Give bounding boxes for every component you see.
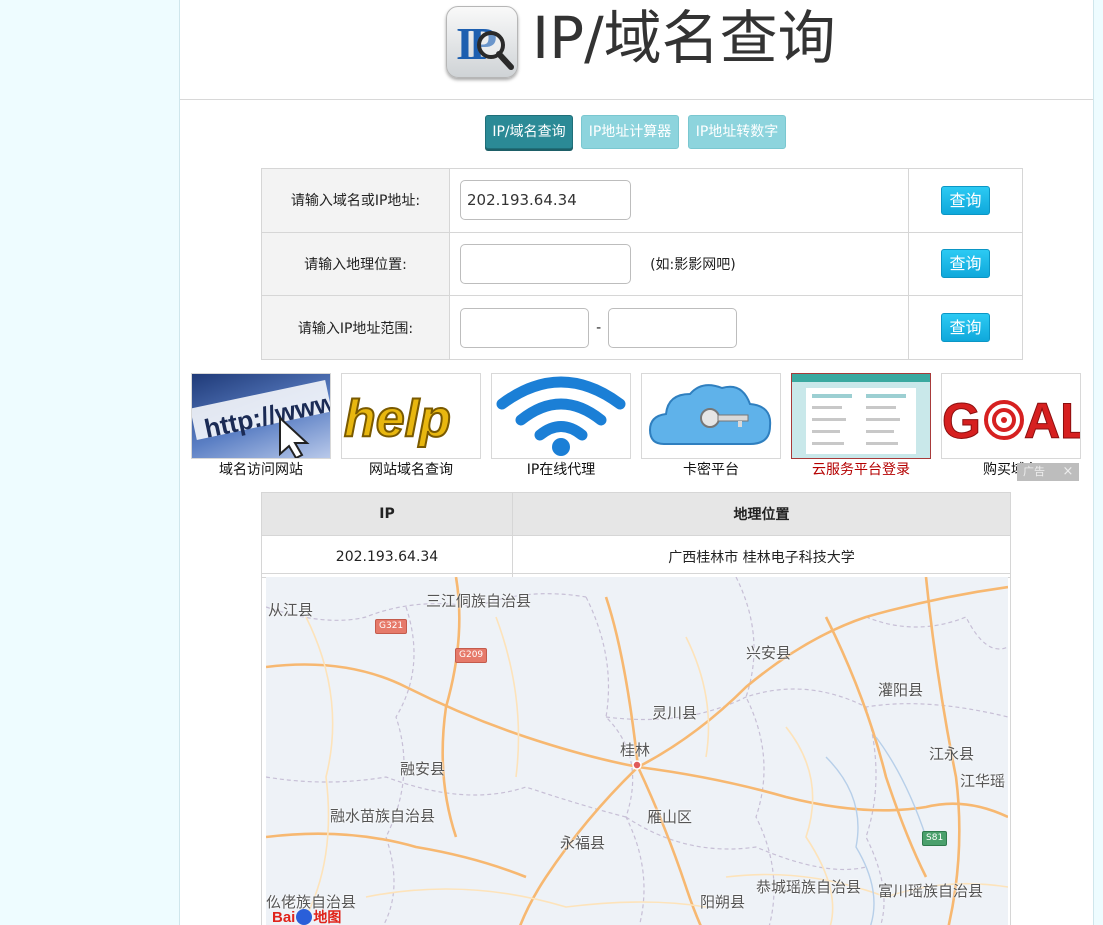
road-shield: S81 bbox=[922, 831, 948, 846]
map-label: 永福县 bbox=[560, 834, 606, 852]
wifi-signal-icon bbox=[491, 373, 631, 459]
tab-ip-to-number[interactable]: IP地址转数字 bbox=[688, 115, 786, 149]
range-query-row: 请输入IP地址范围: - 查询 bbox=[261, 295, 1023, 360]
table-row: 202.193.64.34 广西桂林市 桂林电子科技大学 bbox=[261, 535, 1011, 578]
svg-text:AL: AL bbox=[1024, 393, 1080, 449]
promo-tiles: http://www 域名访问网站 help 网站域名查询 IP在线代理 卡密平… bbox=[191, 373, 1091, 483]
page-header: I P IP/域名查询 bbox=[180, 0, 1093, 100]
tile-caption: 卡密平台 bbox=[683, 462, 739, 478]
location-input[interactable] bbox=[460, 243, 631, 284]
road-shield: G209 bbox=[455, 648, 488, 663]
help-text-icon: help bbox=[341, 373, 481, 459]
svg-text:G: G bbox=[942, 393, 981, 449]
svg-text:help: help bbox=[344, 390, 451, 448]
baidu-map-logo: Bai 地图 bbox=[272, 907, 341, 925]
tile-caption: 网站域名查询 bbox=[369, 462, 453, 478]
map-label: 江华瑶 bbox=[960, 772, 1006, 790]
result-header-row: IP 地理位置 bbox=[261, 492, 1011, 536]
range-separator: - bbox=[596, 319, 602, 336]
location-hint: (如:影影网吧) bbox=[650, 256, 736, 273]
map-label: 融安县 bbox=[400, 760, 446, 778]
map-label: 灵川县 bbox=[652, 704, 698, 722]
map-label: 江永县 bbox=[929, 745, 975, 763]
location-query-row: 请输入地理位置: (如:影影网吧) 查询 bbox=[261, 231, 1023, 297]
ad-badge: 广告 × bbox=[1017, 463, 1080, 481]
domain-label: 请输入域名或IP地址: bbox=[261, 168, 450, 233]
domain-query-row: 请输入域名或IP地址: 查询 bbox=[261, 168, 1023, 233]
map-frame: 从江县 三江侗族自治县 兴安县 灌阳县 灵川县 桂林 江永县 江华瑶 融安县 雁… bbox=[261, 573, 1011, 925]
column-header-location: 地理位置 bbox=[512, 492, 1011, 536]
range-start-input[interactable] bbox=[460, 307, 589, 348]
page-title: IP/域名查询 bbox=[532, 4, 836, 72]
dashboard-screenshot-icon bbox=[791, 373, 931, 459]
ip-magnifier-logo-icon: I P bbox=[446, 6, 518, 78]
tile-cloud-login[interactable]: 云服务平台登录 bbox=[791, 373, 931, 481]
range-query-button[interactable]: 查询 bbox=[941, 313, 990, 343]
range-end-input[interactable] bbox=[608, 307, 738, 348]
tile-caption: 云服务平台登录 bbox=[812, 462, 910, 478]
tile-domain-visit[interactable]: http://www 域名访问网站 bbox=[191, 373, 331, 481]
map-label: 阳朔县 bbox=[700, 893, 746, 911]
domain-query-button[interactable]: 查询 bbox=[941, 185, 990, 215]
tile-card-platform[interactable]: 卡密平台 bbox=[641, 373, 781, 481]
cloud-key-icon bbox=[641, 373, 781, 459]
map-label: 恭城瑶族自治县 bbox=[756, 878, 862, 896]
paw-icon bbox=[296, 909, 313, 925]
tab-ip-domain-query[interactable]: IP/域名查询 bbox=[485, 115, 573, 149]
column-header-ip: IP bbox=[261, 492, 513, 536]
map-label: 三江侗族自治县 bbox=[426, 592, 532, 610]
http-url-cursor-icon: http://www bbox=[191, 373, 331, 459]
tile-caption: 域名访问网站 bbox=[219, 462, 303, 478]
map-label: 桂林 bbox=[620, 741, 651, 759]
tab-ip-calculator[interactable]: IP地址计算器 bbox=[581, 115, 679, 149]
range-label: 请输入IP地址范围: bbox=[261, 295, 450, 360]
close-icon[interactable]: × bbox=[1063, 464, 1074, 479]
result-location: 广西桂林市 桂林电子科技大学 bbox=[512, 535, 1011, 578]
main-container: I P IP/域名查询 IP/域名查询 IP地址计算器 IP地址转数字 请输入域… bbox=[179, 0, 1094, 925]
goal-text-icon: G AL bbox=[941, 373, 1081, 459]
tile-caption: IP在线代理 bbox=[526, 462, 596, 478]
map-label: 富川瑶族自治县 bbox=[878, 882, 984, 900]
location-query-button[interactable]: 查询 bbox=[941, 249, 990, 279]
domain-input[interactable] bbox=[460, 180, 631, 221]
road-shield: G321 bbox=[375, 619, 408, 634]
ad-label: 广告 bbox=[1023, 465, 1045, 478]
brand-text: 地图 bbox=[313, 910, 342, 925]
tile-ip-proxy[interactable]: IP在线代理 bbox=[491, 373, 631, 481]
tile-site-domain-query[interactable]: help 网站域名查询 bbox=[341, 373, 481, 481]
map-label: 灌阳县 bbox=[878, 681, 924, 699]
map-label: 从江县 bbox=[268, 601, 314, 619]
brand-prefix: Bai bbox=[272, 909, 296, 925]
location-label: 请输入地理位置: bbox=[261, 231, 450, 297]
result-ip: 202.193.64.34 bbox=[261, 535, 513, 578]
map-label: 融水苗族自治县 bbox=[330, 807, 436, 825]
query-form: 请输入域名或IP地址: 查询 请输入地理位置: (如:影影网吧) 查询 请输入I… bbox=[261, 168, 1023, 360]
map-label: 兴安县 bbox=[746, 644, 792, 662]
baidu-map[interactable]: 从江县 三江侗族自治县 兴安县 灌阳县 灵川县 桂林 江永县 江华瑶 融安县 雁… bbox=[266, 577, 1008, 925]
map-label: 雁山区 bbox=[647, 808, 693, 826]
result-table: IP 地理位置 202.193.64.34 广西桂林市 桂林电子科技大学 bbox=[261, 492, 1011, 578]
